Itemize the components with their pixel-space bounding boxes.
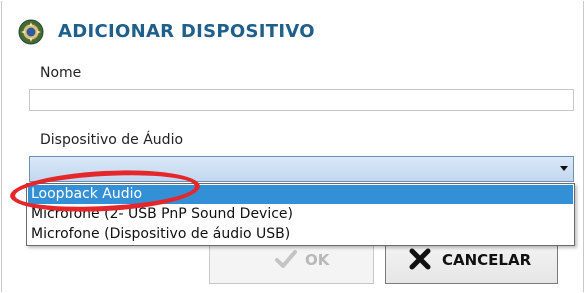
x-icon — [409, 248, 431, 270]
checkmark-icon — [275, 250, 297, 268]
dialog-title: ADICIONAR DISPOSITIVO — [58, 21, 315, 42]
dropdown-option-microfone-dispositivo-usb[interactable]: Microfone (Dispositivo de áudio USB) — [28, 225, 573, 244]
audio-device-label: Dispositivo de Áudio — [40, 132, 184, 148]
nome-label: Nome — [40, 65, 82, 81]
ok-button-label: OK — [305, 251, 330, 269]
cancel-button-label: CANCELAR — [442, 251, 532, 269]
add-device-dialog: ADICIONAR DISPOSITIVO Nome Dispositivo d… — [1, 1, 584, 292]
app-emblem-icon — [18, 19, 44, 45]
nome-input[interactable] — [29, 89, 574, 111]
chevron-down-icon[interactable] — [560, 166, 568, 171]
